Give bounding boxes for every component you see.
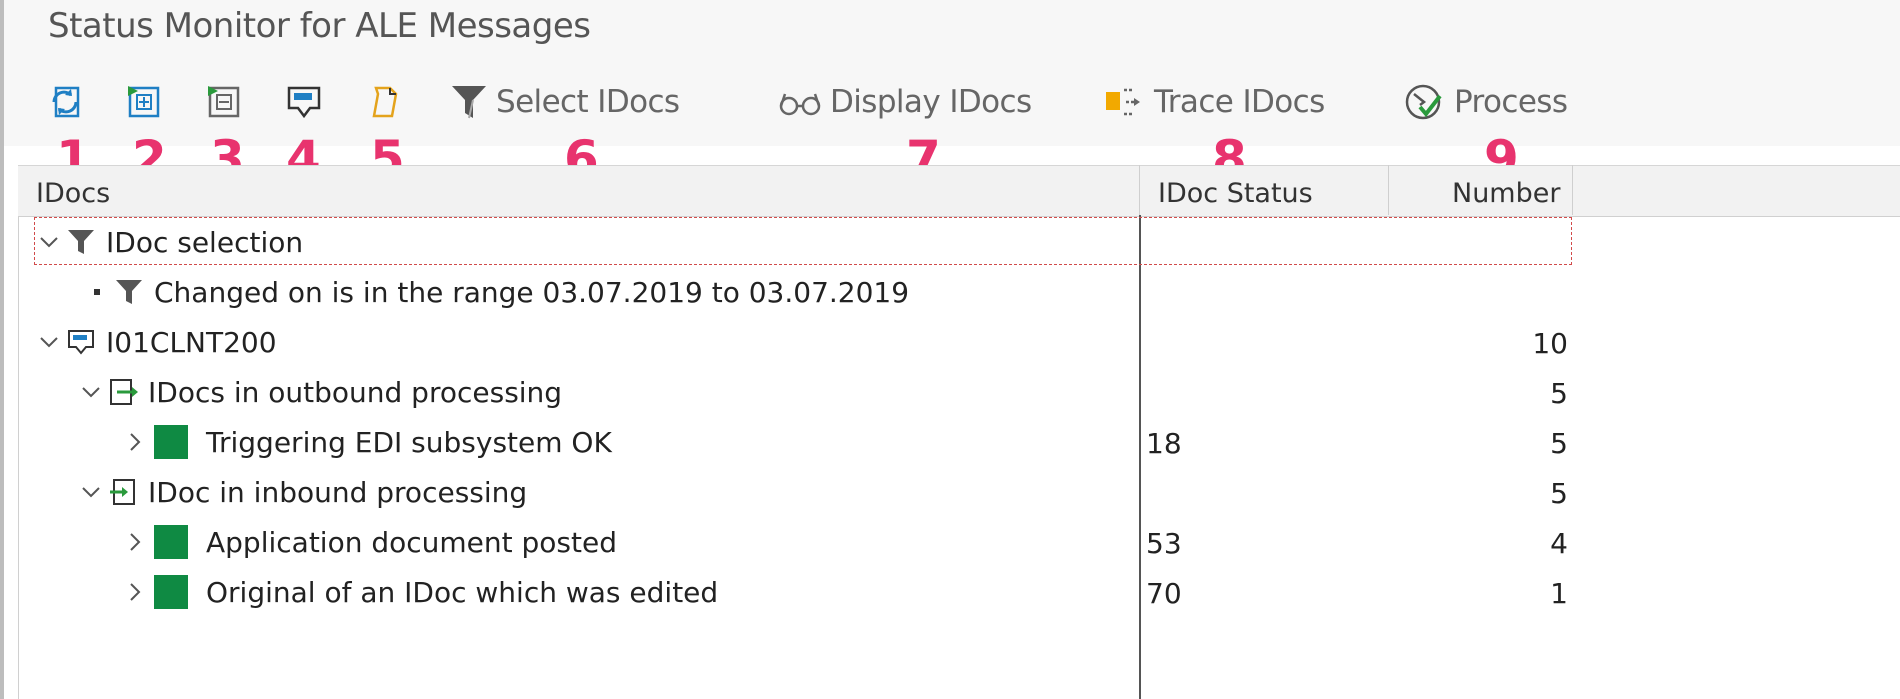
- tree-row-idoc-selection[interactable]: IDoc selection: [38, 218, 303, 266]
- tree-row-client[interactable]: I01CLNT200: [38, 318, 277, 366]
- filter-icon: [452, 86, 486, 119]
- filter-icon: [68, 230, 94, 254]
- row-number-cell: 5: [1550, 377, 1568, 410]
- chevron-down-icon[interactable]: [38, 331, 60, 353]
- tree-row-label: IDocs in outbound processing: [148, 375, 563, 409]
- chevron-right-icon[interactable]: [124, 531, 146, 553]
- expand-subtree-icon[interactable]: [124, 82, 164, 122]
- status-green-icon: [154, 525, 188, 559]
- bullet-icon: [94, 289, 100, 295]
- display-idocs-label: Display IDocs: [830, 84, 1032, 120]
- status-green-icon: [154, 575, 188, 609]
- row-status-cell: 18: [1146, 427, 1182, 460]
- row-number-cell: 5: [1550, 477, 1568, 510]
- tree-row-label: IDoc selection: [106, 225, 304, 259]
- title-bar: Status Monitor for ALE Messages: [4, 0, 1900, 63]
- tree-row-label: Changed on is in the range 03.07.2019 to…: [154, 275, 910, 309]
- tree-row-filter-criterion[interactable]: Changed on is in the range 03.07.2019 to…: [86, 268, 909, 316]
- tree-row-status-53[interactable]: Application document posted: [124, 518, 617, 566]
- row-number-cell: 4: [1550, 527, 1568, 560]
- tree-row-status-18[interactable]: Triggering EDI subsystem OK: [124, 418, 612, 466]
- inbound-icon: [110, 479, 135, 505]
- idoc-icon: [68, 330, 94, 355]
- idoc-icon[interactable]: [284, 82, 324, 122]
- row-number-cell: 10: [1532, 327, 1568, 360]
- tree-row-label: IDoc in inbound processing: [148, 475, 528, 509]
- tree-row-status-70[interactable]: Original of an IDoc which was edited: [124, 568, 718, 616]
- trace-idocs-button[interactable]: Trace IDocs: [1104, 80, 1325, 124]
- trace-idocs-label: Trace IDocs: [1154, 84, 1325, 120]
- display-idocs-button[interactable]: Display IDocs: [778, 80, 1032, 124]
- trace-icon: [1106, 88, 1140, 116]
- column-header-number[interactable]: Number: [1452, 178, 1560, 209]
- tree-row-label: I01CLNT200: [106, 325, 277, 359]
- chevron-right-icon[interactable]: [124, 431, 146, 453]
- chevron-down-icon[interactable]: [80, 381, 102, 403]
- glasses-icon: [779, 93, 821, 116]
- window-title: Status Monitor for ALE Messages: [48, 6, 591, 46]
- outbound-icon: [110, 379, 138, 405]
- row-status-cell: 70: [1146, 577, 1182, 610]
- tree-row-outbound[interactable]: IDocs in outbound processing: [80, 368, 562, 416]
- column-separator[interactable]: [1388, 165, 1389, 215]
- row-status-cell: 53: [1146, 527, 1182, 560]
- chevron-down-icon[interactable]: [38, 231, 60, 253]
- select-idocs-label: Select IDocs: [496, 84, 680, 120]
- row-number-cell: 1: [1550, 577, 1568, 610]
- tree-row-label: Application document posted: [206, 525, 617, 559]
- chevron-right-icon[interactable]: [124, 581, 146, 603]
- process-icon: [1405, 84, 1442, 120]
- chevron-down-icon[interactable]: [80, 481, 102, 503]
- filter-icon: [116, 280, 142, 304]
- row-number-cell: 5: [1550, 427, 1568, 460]
- refresh-icon[interactable]: [46, 82, 86, 122]
- document-icon[interactable]: [364, 82, 404, 122]
- collapse-subtree-icon[interactable]: [204, 82, 244, 122]
- column-header-idocs[interactable]: IDocs: [36, 178, 110, 209]
- column-header-status[interactable]: IDoc Status: [1158, 178, 1313, 209]
- column-separator[interactable]: [1572, 165, 1573, 215]
- column-separator[interactable]: [1139, 165, 1140, 215]
- tree-row-label: Original of an IDoc which was edited: [206, 575, 719, 609]
- tree-row-label: Triggering EDI subsystem OK: [206, 425, 612, 459]
- table-header: [18, 165, 1900, 217]
- process-button[interactable]: Process: [1402, 80, 1568, 124]
- process-label: Process: [1454, 84, 1568, 120]
- status-column-divider: [1139, 215, 1141, 699]
- select-idocs-button[interactable]: Select IDocs: [450, 80, 680, 124]
- status-green-icon: [154, 425, 188, 459]
- tree-row-inbound[interactable]: IDoc in inbound processing: [80, 468, 527, 516]
